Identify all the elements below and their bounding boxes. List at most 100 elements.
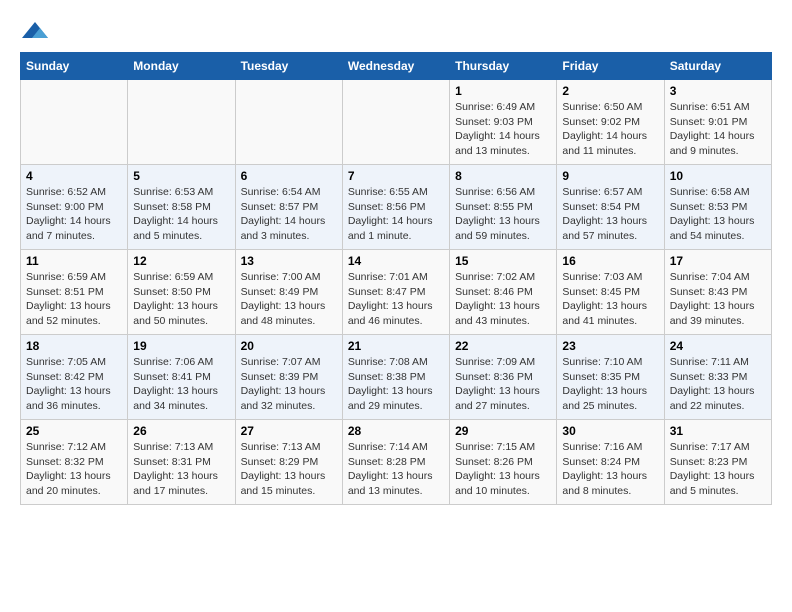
- day-number: 26: [133, 424, 229, 438]
- day-cell: 26Sunrise: 7:13 AM Sunset: 8:31 PM Dayli…: [128, 420, 235, 505]
- day-cell: 8 Sunrise: 6:56 AM Sunset: 8:55 PM Daylig…: [450, 165, 557, 250]
- day-cell: [342, 80, 449, 165]
- day-number: 23: [562, 339, 658, 353]
- col-header-thursday: Thursday: [450, 53, 557, 80]
- day-cell: 5 Sunrise: 6:53 AM Sunset: 8:58 PM Daylig…: [128, 165, 235, 250]
- day-number: 5: [133, 169, 229, 183]
- day-cell: [235, 80, 342, 165]
- day-number: 21: [348, 339, 444, 353]
- day-cell: 31 Sunrise: 7:17 AM Sunset: 8:23 PM Dayli…: [664, 420, 771, 505]
- day-number: 8: [455, 169, 551, 183]
- col-header-saturday: Saturday: [664, 53, 771, 80]
- day-detail: Sunrise: 7:02 AM Sunset: 8:46 PM Dayligh…: [455, 270, 551, 329]
- day-number: 29: [455, 424, 551, 438]
- day-number: 13: [241, 254, 337, 268]
- day-cell: 15 Sunrise: 7:02 AM Sunset: 8:46 PM Dayli…: [450, 250, 557, 335]
- day-detail: Sunrise: 6:56 AM Sunset: 8:55 PM Dayligh…: [455, 185, 551, 244]
- day-detail: Sunrise: 7:04 AM Sunset: 8:43 PM Dayligh…: [670, 270, 766, 329]
- day-number: 24: [670, 339, 766, 353]
- day-cell: 7 Sunrise: 6:55 AM Sunset: 8:56 PM Daylig…: [342, 165, 449, 250]
- week-row-1: 1Sunrise: 6:49 AM Sunset: 9:03 PM Daylig…: [21, 80, 772, 165]
- day-cell: 19 Sunrise: 7:06 AM Sunset: 8:41 PM Dayli…: [128, 335, 235, 420]
- day-cell: 9Sunrise: 6:57 AM Sunset: 8:54 PM Daylig…: [557, 165, 664, 250]
- day-detail: Sunrise: 7:15 AM Sunset: 8:26 PM Dayligh…: [455, 440, 551, 499]
- day-detail: Sunrise: 7:11 AM Sunset: 8:33 PM Dayligh…: [670, 355, 766, 414]
- day-cell: 4 Sunrise: 6:52 AM Sunset: 9:00 PM Daylig…: [21, 165, 128, 250]
- day-cell: [128, 80, 235, 165]
- day-detail: Sunrise: 7:08 AM Sunset: 8:38 PM Dayligh…: [348, 355, 444, 414]
- week-row-4: 18Sunrise: 7:05 AM Sunset: 8:42 PM Dayli…: [21, 335, 772, 420]
- day-number: 2: [562, 84, 658, 98]
- day-cell: 22 Sunrise: 7:09 AM Sunset: 8:36 PM Dayli…: [450, 335, 557, 420]
- day-detail: Sunrise: 7:03 AM Sunset: 8:45 PM Dayligh…: [562, 270, 658, 329]
- week-row-2: 4 Sunrise: 6:52 AM Sunset: 9:00 PM Daylig…: [21, 165, 772, 250]
- day-cell: 18Sunrise: 7:05 AM Sunset: 8:42 PM Dayli…: [21, 335, 128, 420]
- day-number: 19: [133, 339, 229, 353]
- day-number: 1: [455, 84, 551, 98]
- day-number: 14: [348, 254, 444, 268]
- day-cell: 27 Sunrise: 7:13 AM Sunset: 8:29 PM Dayli…: [235, 420, 342, 505]
- day-cell: 10 Sunrise: 6:58 AM Sunset: 8:53 PM Dayli…: [664, 165, 771, 250]
- day-number: 27: [241, 424, 337, 438]
- day-number: 3: [670, 84, 766, 98]
- day-number: 31: [670, 424, 766, 438]
- col-header-sunday: Sunday: [21, 53, 128, 80]
- day-cell: 1Sunrise: 6:49 AM Sunset: 9:03 PM Daylig…: [450, 80, 557, 165]
- day-cell: 23 Sunrise: 7:10 AM Sunset: 8:35 PM Dayli…: [557, 335, 664, 420]
- day-cell: 6Sunrise: 6:54 AM Sunset: 8:57 PM Daylig…: [235, 165, 342, 250]
- day-detail: Sunrise: 6:58 AM Sunset: 8:53 PM Dayligh…: [670, 185, 766, 244]
- day-number: 16: [562, 254, 658, 268]
- day-detail: Sunrise: 6:59 AM Sunset: 8:50 PM Dayligh…: [133, 270, 229, 329]
- day-number: 6: [241, 169, 337, 183]
- day-detail: Sunrise: 7:01 AM Sunset: 8:47 PM Dayligh…: [348, 270, 444, 329]
- day-detail: Sunrise: 6:55 AM Sunset: 8:56 PM Dayligh…: [348, 185, 444, 244]
- day-cell: 13 Sunrise: 7:00 AM Sunset: 8:49 PM Dayli…: [235, 250, 342, 335]
- col-header-friday: Friday: [557, 53, 664, 80]
- day-number: 15: [455, 254, 551, 268]
- day-number: 25: [26, 424, 122, 438]
- day-cell: 12 Sunrise: 6:59 AM Sunset: 8:50 PM Dayli…: [128, 250, 235, 335]
- week-row-5: 25 Sunrise: 7:12 AM Sunset: 8:32 PM Dayli…: [21, 420, 772, 505]
- day-number: 17: [670, 254, 766, 268]
- day-number: 11: [26, 254, 122, 268]
- day-detail: Sunrise: 6:50 AM Sunset: 9:02 PM Dayligh…: [562, 100, 658, 159]
- day-number: 10: [670, 169, 766, 183]
- day-detail: Sunrise: 7:13 AM Sunset: 8:29 PM Dayligh…: [241, 440, 337, 499]
- day-detail: Sunrise: 7:00 AM Sunset: 8:49 PM Dayligh…: [241, 270, 337, 329]
- day-detail: Sunrise: 7:16 AM Sunset: 8:24 PM Dayligh…: [562, 440, 658, 499]
- day-detail: Sunrise: 7:06 AM Sunset: 8:41 PM Dayligh…: [133, 355, 229, 414]
- day-detail: Sunrise: 7:10 AM Sunset: 8:35 PM Dayligh…: [562, 355, 658, 414]
- day-detail: Sunrise: 7:17 AM Sunset: 8:23 PM Dayligh…: [670, 440, 766, 499]
- page-header: [20, 20, 772, 42]
- day-number: 12: [133, 254, 229, 268]
- col-header-monday: Monday: [128, 53, 235, 80]
- col-header-tuesday: Tuesday: [235, 53, 342, 80]
- day-detail: Sunrise: 7:07 AM Sunset: 8:39 PM Dayligh…: [241, 355, 337, 414]
- day-detail: Sunrise: 6:52 AM Sunset: 9:00 PM Dayligh…: [26, 185, 122, 244]
- day-cell: 28Sunrise: 7:14 AM Sunset: 8:28 PM Dayli…: [342, 420, 449, 505]
- day-cell: 17 Sunrise: 7:04 AM Sunset: 8:43 PM Dayli…: [664, 250, 771, 335]
- day-detail: Sunrise: 6:53 AM Sunset: 8:58 PM Dayligh…: [133, 185, 229, 244]
- header-row: SundayMondayTuesdayWednesdayThursdayFrid…: [21, 53, 772, 80]
- day-number: 28: [348, 424, 444, 438]
- day-cell: 29 Sunrise: 7:15 AM Sunset: 8:26 PM Dayli…: [450, 420, 557, 505]
- day-detail: Sunrise: 7:09 AM Sunset: 8:36 PM Dayligh…: [455, 355, 551, 414]
- logo: [20, 20, 54, 42]
- day-cell: 14 Sunrise: 7:01 AM Sunset: 8:47 PM Dayli…: [342, 250, 449, 335]
- col-header-wednesday: Wednesday: [342, 53, 449, 80]
- day-number: 4: [26, 169, 122, 183]
- day-detail: Sunrise: 6:59 AM Sunset: 8:51 PM Dayligh…: [26, 270, 122, 329]
- day-cell: 21 Sunrise: 7:08 AM Sunset: 8:38 PM Dayli…: [342, 335, 449, 420]
- day-detail: Sunrise: 6:57 AM Sunset: 8:54 PM Dayligh…: [562, 185, 658, 244]
- day-number: 22: [455, 339, 551, 353]
- day-detail: Sunrise: 6:51 AM Sunset: 9:01 PM Dayligh…: [670, 100, 766, 159]
- day-cell: [21, 80, 128, 165]
- day-cell: 3 Sunrise: 6:51 AM Sunset: 9:01 PM Daylig…: [664, 80, 771, 165]
- day-number: 20: [241, 339, 337, 353]
- day-number: 30: [562, 424, 658, 438]
- day-cell: 25 Sunrise: 7:12 AM Sunset: 8:32 PM Dayli…: [21, 420, 128, 505]
- day-detail: Sunrise: 7:12 AM Sunset: 8:32 PM Dayligh…: [26, 440, 122, 499]
- calendar-table: SundayMondayTuesdayWednesdayThursdayFrid…: [20, 52, 772, 505]
- day-number: 7: [348, 169, 444, 183]
- day-cell: 30 Sunrise: 7:16 AM Sunset: 8:24 PM Dayli…: [557, 420, 664, 505]
